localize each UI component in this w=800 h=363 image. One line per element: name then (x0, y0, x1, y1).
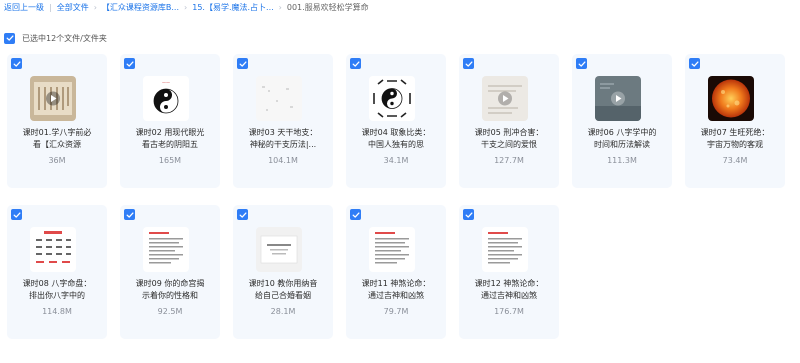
file-thumbnail (595, 76, 641, 121)
file-card[interactable]: 课时08 八字命盘： 排出你八字中的 114.8M (7, 205, 107, 339)
file-card[interactable]: 课时10 教你用纳音 给自己合婚看姻 28.1M (233, 205, 333, 339)
file-name: 课时10 教你用纳音 给自己合婚看姻 (235, 278, 331, 302)
breadcrumb-level2[interactable]: 15.【易学.魔法.占卜... (192, 2, 273, 13)
file-checkbox[interactable] (350, 58, 361, 69)
file-thumbnail (143, 227, 189, 272)
file-name-line2: 通过吉神和凶煞 (368, 291, 424, 300)
file-grid: 课时01.学八字前必 看【汇众资源 36M —— 课时02 用现代眼光 看古老的阴阳五 16… (7, 54, 785, 339)
file-checkbox[interactable] (576, 58, 587, 69)
file-name: 课时08 八字命盘： 排出你八字中的 (9, 278, 105, 302)
breadcrumb: 返回上一级 | 全部文件 › 【汇众课程资源库B... › 15.【易学.魔法.… (4, 0, 369, 14)
file-name-line1: 课时01.学八字前必 (22, 128, 92, 137)
file-thumbnail (369, 227, 415, 272)
file-name-line2: 时间和历法解读 (594, 140, 650, 149)
file-name-line2: 排出你八字中的 (29, 291, 85, 300)
file-name: 课时06 八字学中的 时间和历法解读 (574, 127, 670, 151)
file-card[interactable]: 课时07 生旺死绝： 宇宙万物的客观 73.4M (685, 54, 785, 188)
file-checkbox[interactable] (124, 58, 135, 69)
file-card[interactable]: 课时12 神煞论命： 通过吉神和凶煞 176.7M (459, 205, 559, 339)
file-size: 73.4M (722, 156, 748, 165)
file-name: 课时03 天干地支： 神秘的干支历法|... (235, 127, 331, 151)
file-card[interactable]: 课时03 天干地支： 神秘的干支历法|... 104.1M (233, 54, 333, 188)
file-name-line1: 课时10 教你用纳音 (248, 279, 318, 288)
file-name: 课时01.学八字前必 看【汇众资源 (9, 127, 105, 151)
file-thumbnail (369, 76, 415, 121)
file-name-line2: 干支之间的爱恨 (481, 140, 537, 149)
file-size: 165M (158, 156, 182, 165)
file-checkbox[interactable] (11, 209, 22, 220)
file-thumbnail: —— (143, 76, 189, 121)
file-thumbnail (256, 227, 302, 272)
file-card[interactable]: 课时01.学八字前必 看【汇众资源 36M (7, 54, 107, 188)
file-name: 课时04 取象比类： 中国人独有的思 (348, 127, 444, 151)
file-name: 课时05 刑冲合害： 干支之间的爱恨 (461, 127, 557, 151)
file-name-line1: 课时02 用现代眼光 (135, 128, 205, 137)
select-all-row: 已选中12个文件/文件夹 (4, 31, 107, 45)
breadcrumb-root[interactable]: 全部文件 (57, 2, 89, 13)
file-name: 课时07 生旺死绝： 宇宙万物的客观 (687, 127, 783, 151)
file-name-line2: 中国人独有的思 (368, 140, 424, 149)
file-card[interactable]: —— 课时02 用现代眼光 看古老的阴阳五 165M (120, 54, 220, 188)
file-size: 127.7M (494, 156, 524, 165)
file-name-line1: 课时08 八字命盘： (22, 279, 92, 288)
file-size: 176.7M (494, 307, 524, 316)
file-name-line2: 看【汇众资源 (33, 140, 81, 149)
file-checkbox[interactable] (463, 209, 474, 220)
file-size: 92.5M (157, 307, 183, 316)
breadcrumb-separator: › (93, 2, 97, 12)
file-name-line1: 课时04 取象比类： (361, 128, 431, 137)
file-thumbnail (482, 76, 528, 121)
file-size: 36M (48, 156, 66, 165)
file-card[interactable]: 课时11 神煞论命： 通过吉神和凶煞 79.7M (346, 205, 446, 339)
file-size: 104.1M (268, 156, 298, 165)
breadcrumb-level1[interactable]: 【汇众课程资源库B... (102, 2, 179, 13)
file-card[interactable]: 课时04 取象比类： 中国人独有的思 34.1M (346, 54, 446, 188)
file-name-line2: 示着你的性格和 (142, 291, 198, 300)
file-thumbnail (708, 76, 754, 121)
file-name-line2: 宇宙万物的客观 (707, 140, 763, 149)
breadcrumb-separator: › (278, 2, 282, 12)
breadcrumb-separator: › (184, 2, 188, 12)
breadcrumb-current: 001.服易欢轻松学算命 (286, 2, 369, 12)
file-thumbnail (30, 227, 76, 272)
file-name-line2: 给自己合婚看姻 (255, 291, 311, 300)
file-name-line2: 通过吉神和凶煞 (481, 291, 537, 300)
file-name-line1: 课时11 神煞论命： (361, 279, 431, 288)
file-size: 28.1M (270, 307, 296, 316)
file-name-line1: 课时09 你的命宫揭 (135, 279, 205, 288)
file-name: 课时09 你的命宫揭 示着你的性格和 (122, 278, 218, 302)
file-name-line2: 神秘的干支历法|... (249, 140, 317, 149)
file-checkbox[interactable] (463, 58, 474, 69)
file-size: 79.7M (383, 307, 409, 316)
breadcrumb-back[interactable]: 返回上一级 (4, 2, 44, 13)
file-checkbox[interactable] (689, 58, 700, 69)
file-name-line1: 课时03 天干地支： (248, 128, 318, 137)
file-name-line1: 课时07 生旺死绝： (700, 128, 770, 137)
file-card[interactable]: 课时05 刑冲合害： 干支之间的爱恨 127.7M (459, 54, 559, 188)
file-thumbnail (256, 76, 302, 121)
file-card[interactable]: 课时09 你的命宫揭 示着你的性格和 92.5M (120, 205, 220, 339)
breadcrumb-separator: | (49, 2, 52, 12)
file-size: 111.3M (607, 156, 637, 165)
file-checkbox[interactable] (350, 209, 361, 220)
file-name-line1: 课时06 八字学中的 (587, 128, 657, 137)
selection-count-label: 已选中12个文件/文件夹 (22, 33, 107, 43)
file-thumbnail (30, 76, 76, 121)
file-size: 114.8M (42, 307, 72, 316)
file-thumbnail (482, 227, 528, 272)
file-name-line1: 课时05 刑冲合害： (474, 128, 544, 137)
file-name-line2: 看古老的阴阳五 (142, 140, 198, 149)
file-name: 课时02 用现代眼光 看古老的阴阳五 (122, 127, 218, 151)
select-all-checkbox[interactable] (4, 32, 15, 44)
file-card[interactable]: 课时06 八字学中的 时间和历法解读 111.3M (572, 54, 672, 188)
file-size: 34.1M (383, 156, 409, 165)
svg-text:——: —— (162, 80, 170, 85)
file-checkbox[interactable] (237, 58, 248, 69)
file-name: 课时11 神煞论命： 通过吉神和凶煞 (348, 278, 444, 302)
file-checkbox[interactable] (237, 209, 248, 220)
file-name-line1: 课时12 神煞论命： (474, 279, 544, 288)
file-checkbox[interactable] (11, 58, 22, 69)
file-checkbox[interactable] (124, 209, 135, 220)
file-name: 课时12 神煞论命： 通过吉神和凶煞 (461, 278, 557, 302)
